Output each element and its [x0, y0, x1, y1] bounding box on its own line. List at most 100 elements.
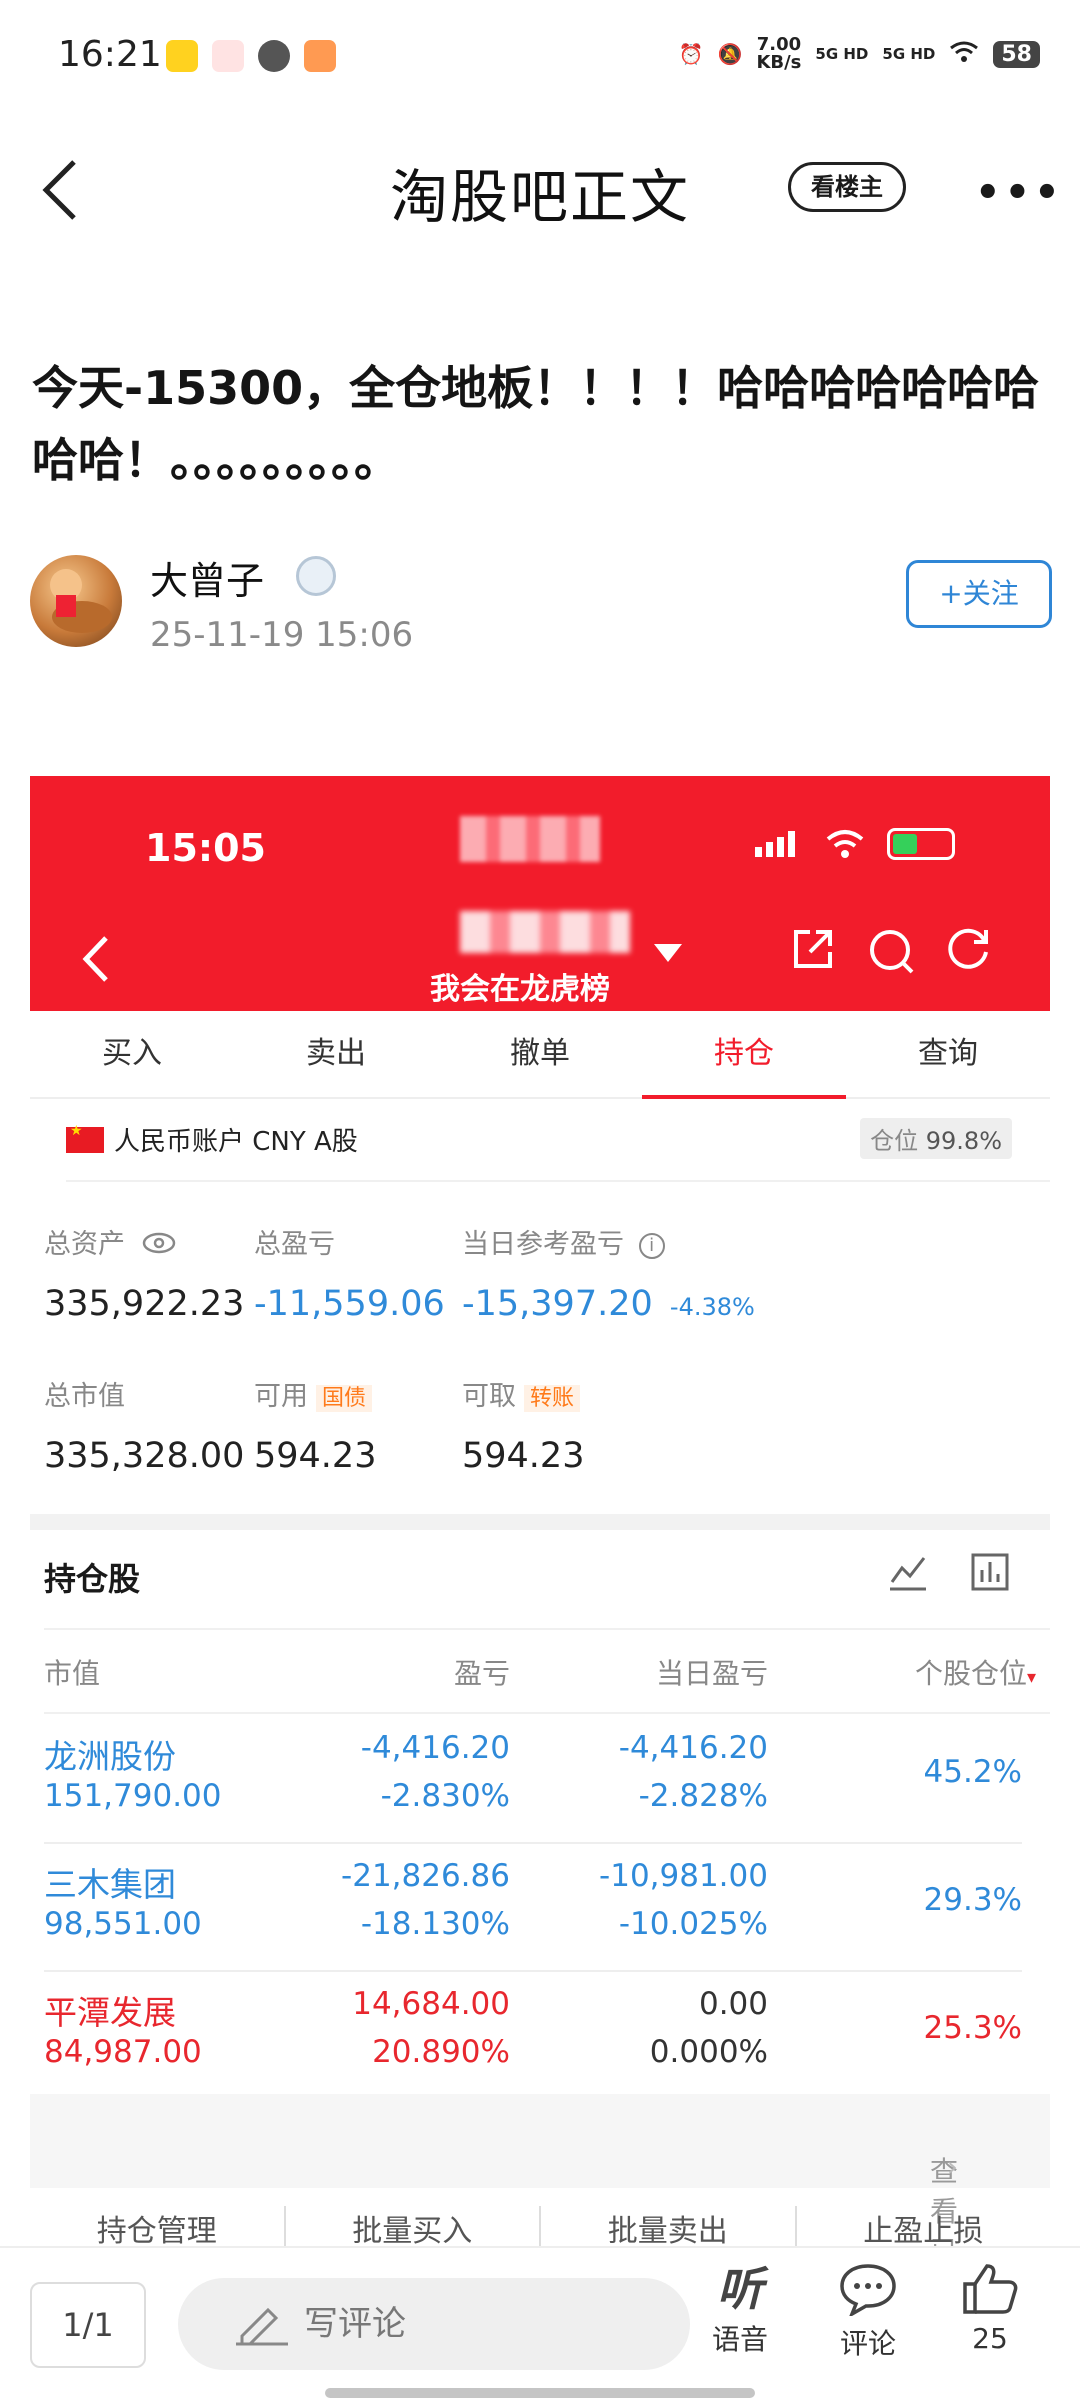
bar-chart-icon: [971, 1553, 1009, 1591]
divider: [44, 1712, 1050, 1714]
stock-weight: 45.2%: [923, 1754, 1022, 1790]
thumbs-up-icon: [963, 2264, 1018, 2314]
manage-holdings: 持仓管理: [30, 2206, 286, 2246]
blurred-area: [460, 816, 600, 862]
home-indicator[interactable]: [325, 2388, 755, 2398]
total-assets-label: 总资产: [44, 1222, 176, 1261]
mute-icon: 🔕: [717, 42, 743, 66]
daily-pl-label: 当日参考盈亏 i: [462, 1222, 665, 1261]
signal-icon: [755, 831, 795, 857]
view-op-only-button[interactable]: 看楼主: [788, 162, 906, 212]
line-chart-icon: [890, 1557, 926, 1591]
stock-name: 三木集团: [44, 1865, 176, 1904]
wifi-icon: [826, 830, 864, 858]
batch-buy: 批量买入: [286, 2206, 541, 2246]
trade-tabs: 买入 卖出 撤单 持仓 查询: [30, 1011, 1050, 1099]
like-count: 25: [972, 2322, 1008, 2355]
dropdown-triangle-icon: [654, 944, 682, 962]
account-row: 人民币账户 CNY A股: [66, 1121, 358, 1158]
inner-subtitle: 我会在龙虎榜: [430, 972, 610, 1007]
stock-weight: 29.3%: [923, 1882, 1022, 1918]
nav-bar: 淘股吧正文 看楼主 •••: [0, 130, 1080, 250]
tab-buy: 买入: [102, 1036, 162, 1071]
table-row: 平潭发展 84,987.00 14,684.00 20.890% 0.00 0.…: [30, 1972, 1050, 2100]
stock-daily-pct: -2.828%: [638, 1778, 768, 1814]
sort-icon: ▾: [1026, 1667, 1036, 1688]
app-mascot-icon: [304, 40, 336, 72]
post-time: 25-11-19 15:06: [150, 615, 414, 655]
listen-icon: 听: [717, 2262, 763, 2316]
comment-placeholder: 写评论: [304, 2304, 406, 2344]
total-pl-value: -11,559.06: [254, 1284, 445, 1324]
inner-header: 15:05 我会在龙虎榜: [30, 776, 1050, 1011]
table-row: 龙洲股份 151,790.00 -4,416.20 -2.830% -4,416…: [30, 1716, 1050, 1844]
stock-market-value: 151,790.00: [44, 1778, 222, 1814]
available-label: 可用 国债: [254, 1374, 373, 1413]
blurred-broker-name: [460, 911, 630, 953]
battery-indicator: 58: [993, 40, 1040, 68]
daily-pl-pct: -4.38%: [669, 1293, 755, 1321]
page-indicator[interactable]: 1/1: [30, 2282, 146, 2368]
holdings-view-icons: [888, 1552, 1010, 1592]
inner-status-icons: [753, 828, 955, 860]
stock-weight: 25.3%: [923, 2010, 1022, 2046]
total-pl-label: 总盈亏: [254, 1229, 335, 1260]
col-market-value: 市值: [44, 1657, 101, 1690]
author-name[interactable]: 大曾子: [150, 550, 264, 605]
stock-daily-pct: 0.000%: [649, 2034, 768, 2070]
status-right: ⏰ 🔕 7.00 KB/s 5G HD 5G HD 58: [679, 36, 1040, 72]
stock-daily-pl: 0.00: [698, 1986, 768, 2022]
account-label: 人民币账户 CNY A股: [114, 1127, 358, 1157]
stock-pl-pct: -18.130%: [360, 1906, 510, 1942]
daily-pl-value: -15,397.20 -4.38%: [462, 1284, 755, 1324]
table-row: 三木集团 98,551.00 -21,826.86 -18.130% -10,9…: [30, 1844, 1050, 1972]
tab-cancel: 撤单: [510, 1036, 570, 1071]
stock-pl-pct: 20.890%: [372, 2034, 510, 2070]
sync-icon: [258, 40, 290, 72]
avatar[interactable]: [30, 555, 122, 647]
withdrawable-value: 594.23: [462, 1436, 585, 1476]
view-cleared-stocks: 查看已清仓股票 ›: [30, 2094, 1050, 2246]
stock-pl: -21,826.86: [341, 1858, 510, 1894]
stock-daily-pl: -10,981.00: [599, 1858, 768, 1894]
stock-name: 平潭发展: [44, 1993, 176, 2032]
total-assets-value: 335,922.23: [44, 1284, 245, 1324]
comment-button[interactable]: 评论: [818, 2262, 918, 2362]
map-pin-icon: [212, 40, 244, 72]
stock-pl-pct: -2.830%: [380, 1778, 510, 1814]
post-image[interactable]: 15:05 我会在龙虎榜 买入 卖出 撤单 持仓 查询 人民币账户 CNY A股…: [30, 776, 1050, 2246]
signal-2: 5G HD: [882, 45, 936, 63]
withdrawable-label: 可取 转账: [462, 1374, 581, 1413]
holdings-title: 持仓股: [44, 1560, 141, 1598]
bond-tag: 国债: [316, 1385, 373, 1412]
inner-status-time: 15:05: [145, 826, 266, 870]
wifi-icon: [949, 40, 979, 69]
weibo-icon: [166, 40, 198, 72]
follow-button[interactable]: +关注: [906, 560, 1052, 628]
transfer-tag: 转账: [524, 1385, 581, 1412]
divider: [66, 1180, 1050, 1182]
section-separator: [30, 1514, 1050, 1530]
tab-holdings: 持仓: [642, 1011, 846, 1099]
post-title: 今天-15300，全仓地板！！！！哈哈哈哈哈哈哈哈哈！。。。。。。。。。: [32, 361, 1040, 487]
divider: [44, 1628, 1050, 1630]
stock-daily-pl: -4,416.20: [618, 1730, 768, 1766]
status-time: 16:21: [58, 34, 162, 75]
verified-badge-icon: [296, 556, 336, 596]
signal-1: 5G HD: [815, 45, 869, 63]
status-bar: 16:21 ⏰ 🔕 7.00 KB/s 5G HD 5G HD 58: [0, 0, 1080, 110]
share-icon: [794, 930, 832, 968]
inner-back-icon: [80, 934, 110, 988]
stock-market-value: 84,987.00: [44, 2034, 202, 2070]
pen-icon: [236, 2307, 288, 2346]
voice-button[interactable]: 听 语音: [690, 2262, 790, 2358]
market-value-label: 总市值: [44, 1381, 125, 1412]
stock-pl: 14,684.00: [352, 1986, 510, 2022]
like-button[interactable]: 25: [940, 2262, 1040, 2355]
stock-pl: -4,416.20: [360, 1730, 510, 1766]
more-button[interactable]: •••: [975, 170, 1064, 216]
stock-name: 龙洲股份: [44, 1737, 176, 1776]
comment-input[interactable]: 写评论: [178, 2278, 690, 2370]
alarm-icon: ⏰: [678, 42, 704, 66]
chevron-right-icon: ›: [946, 2150, 958, 2183]
